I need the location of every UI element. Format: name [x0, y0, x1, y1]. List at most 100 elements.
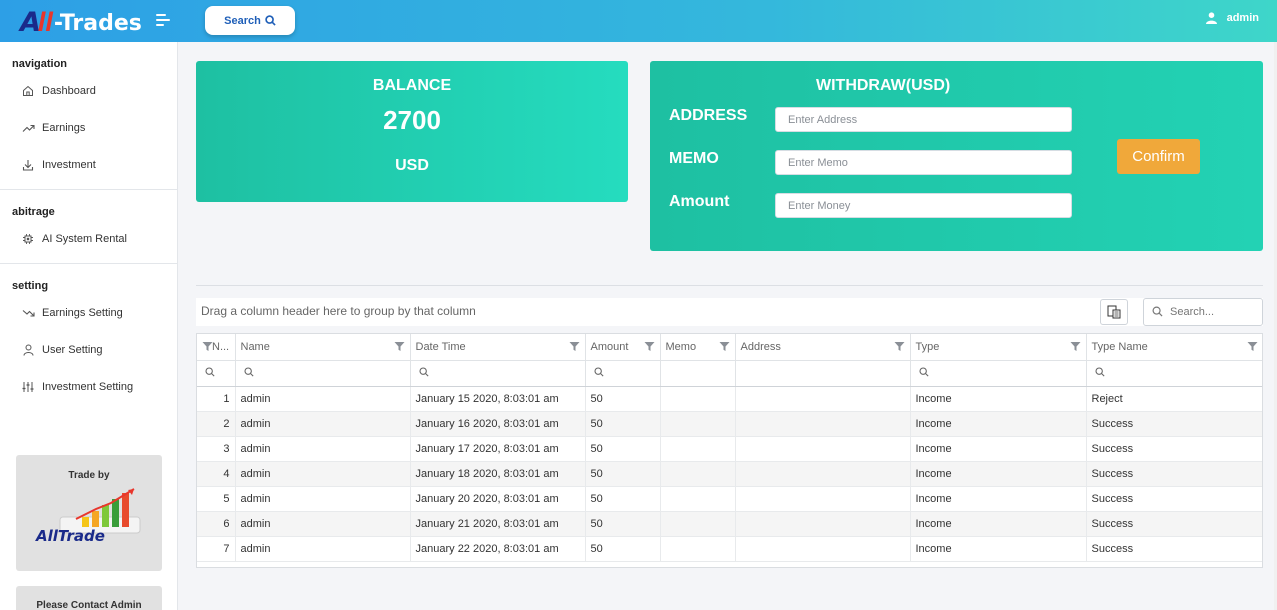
sidebar-item-earnings-setting[interactable]: Earnings Setting	[0, 294, 177, 331]
cell-amount: 50	[585, 385, 661, 412]
cell-address	[735, 436, 911, 462]
table-row[interactable]: 4 admin January 18 2020, 8:03:01 am 50 Incom…	[197, 461, 1262, 487]
column-header-label: Amount	[590, 340, 629, 353]
cell-address	[735, 511, 911, 537]
sidebar-item-investment[interactable]: Investment	[0, 146, 177, 183]
cell-type: Income	[910, 536, 1087, 562]
cell-date-time: January 18 2020, 8:03:01 am	[410, 461, 586, 487]
column-header-name[interactable]: Name	[235, 334, 411, 361]
cell-amount: 50	[585, 511, 661, 537]
filter-cell[interactable]	[197, 360, 236, 387]
grid-body: 1 admin January 15 2020, 8:03:01 am 50 Incom…	[197, 385, 1262, 562]
column-header-type[interactable]: Type	[910, 334, 1087, 361]
cell-date-time: January 21 2020, 8:03:01 am	[410, 511, 586, 537]
filter-cell[interactable]	[410, 360, 586, 387]
cell-type: Income	[910, 486, 1087, 512]
cell-address	[735, 486, 911, 512]
column-header-label: Type	[915, 340, 940, 353]
filter-icon[interactable]	[569, 341, 580, 352]
cell-address	[735, 385, 911, 412]
trade-by-promo[interactable]: Trade by AllTrade	[16, 455, 162, 571]
cell-name: admin	[235, 486, 411, 512]
balance-label: BALANCE	[372, 77, 452, 94]
cell-type-name: Reject	[1086, 385, 1262, 412]
filter-icon[interactable]	[719, 341, 730, 352]
cell-no: 3	[197, 436, 236, 462]
sidebar-item-investment-setting[interactable]: Investment Setting	[0, 368, 177, 405]
cell-type: Income	[910, 436, 1087, 462]
sidebar-item-label: Dashboard	[42, 84, 96, 97]
trending-down-icon	[21, 306, 35, 320]
column-header-amount[interactable]: Amount	[585, 334, 661, 361]
table-row[interactable]: 3 admin January 17 2020, 8:03:01 am 50 Incom…	[197, 436, 1262, 462]
column-header-type-name[interactable]: Type Name	[1086, 334, 1262, 361]
filter-icon[interactable]	[1247, 341, 1258, 352]
sidebar-item-earnings[interactable]: Earnings	[0, 109, 177, 146]
balance-unit: USD	[395, 157, 429, 174]
search-icon	[265, 15, 276, 26]
table-row[interactable]: 6 admin January 21 2020, 8:03:01 am 50 Incom…	[197, 511, 1262, 537]
cell-type: Income	[910, 385, 1087, 412]
filter-cell[interactable]	[660, 360, 736, 387]
cell-address	[735, 411, 911, 437]
filter-icon[interactable]	[394, 341, 405, 352]
trending-up-icon	[21, 121, 35, 135]
filter-cell[interactable]	[235, 360, 411, 387]
filter-cell[interactable]	[1086, 360, 1262, 387]
cell-no: 5	[197, 486, 236, 512]
search-icon	[243, 366, 254, 377]
logo-letter-a: A	[20, 7, 41, 38]
logo-text: -Trades	[53, 11, 142, 36]
cell-type: Income	[910, 411, 1087, 437]
filter-cell[interactable]	[585, 360, 661, 387]
memo-input[interactable]	[775, 150, 1072, 175]
sidebar-item-user-setting[interactable]: User Setting	[0, 331, 177, 368]
address-label: ADDRESS	[669, 107, 748, 124]
cell-name: admin	[235, 436, 411, 462]
filter-icon[interactable]	[1070, 341, 1081, 352]
app-logo[interactable]: A ll -Trades	[20, 4, 142, 38]
filter-icon[interactable]	[202, 341, 213, 352]
user-menu[interactable]: admin	[1205, 12, 1259, 24]
header-search-button[interactable]: Search	[205, 6, 295, 35]
filter-cell[interactable]	[735, 360, 911, 387]
sidebar-item-label: Investment	[42, 158, 96, 171]
table-row[interactable]: 7 admin January 22 2020, 8:03:01 am 50 Incom…	[197, 536, 1262, 562]
column-header-address[interactable]: Address	[735, 334, 911, 361]
cell-type: Income	[910, 511, 1087, 537]
search-icon	[593, 366, 604, 377]
table-row[interactable]: 2 admin January 16 2020, 8:03:01 am 50 Incom…	[197, 411, 1262, 437]
search-icon	[205, 366, 215, 377]
cell-type-name: Success	[1086, 411, 1262, 437]
cell-memo	[660, 486, 736, 512]
contact-admin-button[interactable]: Please Contact Admin	[16, 586, 162, 610]
column-header-memo[interactable]: Memo	[660, 334, 736, 361]
column-header-date-time[interactable]: Date Time	[410, 334, 586, 361]
filter-icon[interactable]	[644, 341, 655, 352]
sidebar-item-ai-system-rental[interactable]: AI System Rental	[0, 220, 177, 257]
promo-brand: AllTrade	[36, 527, 105, 545]
search-icon	[418, 366, 429, 377]
confirm-button[interactable]: Confirm	[1117, 139, 1200, 174]
cell-address	[735, 536, 911, 562]
column-header-no[interactable]: N...	[197, 334, 236, 361]
menu-toggle-icon[interactable]	[156, 14, 170, 26]
table-row[interactable]: 5 admin January 20 2020, 8:03:01 am 50 Incom…	[197, 486, 1262, 512]
cell-type-name: Success	[1086, 486, 1262, 512]
memo-label: MEMO	[669, 150, 719, 167]
sidebar-item-dashboard[interactable]: Dashboard	[0, 72, 177, 109]
sidebar-item-label: Investment Setting	[42, 380, 134, 393]
sliders-icon	[21, 380, 35, 394]
filter-cell[interactable]	[910, 360, 1087, 387]
table-row[interactable]: 1 admin January 15 2020, 8:03:01 am 50 Incom…	[197, 385, 1262, 412]
search-icon	[1094, 366, 1105, 377]
amount-input[interactable]	[775, 193, 1072, 218]
cell-amount: 50	[585, 411, 661, 437]
export-button[interactable]	[1100, 299, 1128, 325]
cell-amount: 50	[585, 536, 661, 562]
filter-icon[interactable]	[894, 341, 905, 352]
cell-amount: 50	[585, 486, 661, 512]
cell-no: 7	[197, 536, 236, 562]
cell-name: admin	[235, 385, 411, 412]
address-input[interactable]	[775, 107, 1072, 132]
